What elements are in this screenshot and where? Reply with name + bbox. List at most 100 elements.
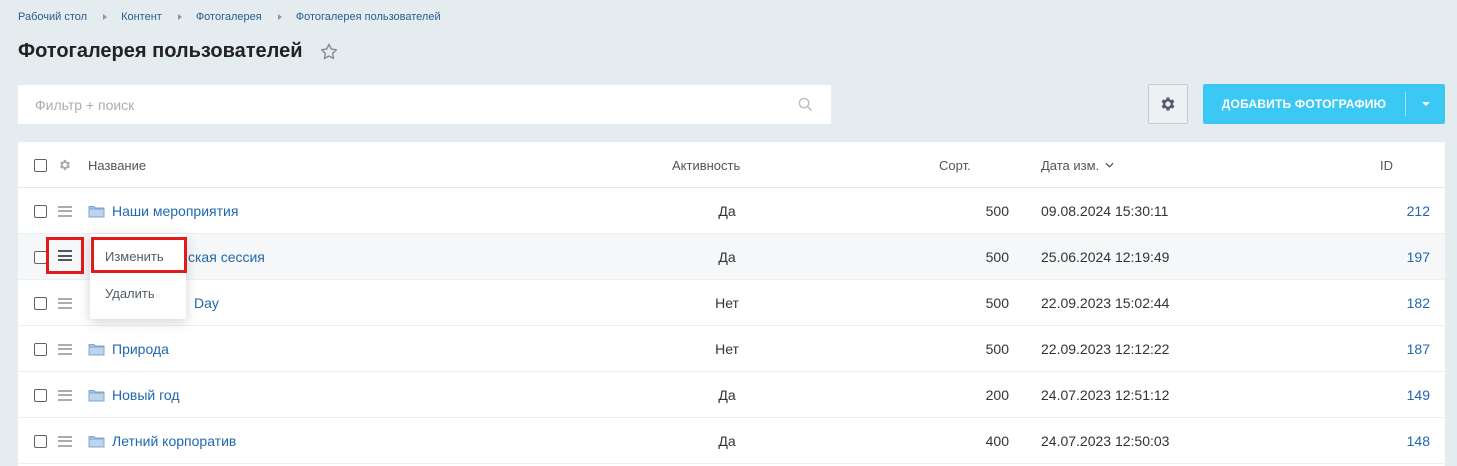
row-checkbox[interactable] [34,204,47,218]
folder-icon [88,390,105,402]
star-icon[interactable] [319,42,339,62]
row-date: 09.08.2024 15:30:11 [1041,203,1169,219]
context-menu-delete[interactable]: Удалить [90,276,186,310]
gear-icon[interactable] [58,158,72,172]
column-header-sort[interactable]: Сорт. [939,142,971,188]
row-id-cell: 149 [1378,372,1430,418]
breadcrumb: Рабочий стол Контент Фотогалерея Фотогал… [18,11,441,23]
chevron-down-icon [1421,102,1430,106]
row-sort: 500 [985,203,1009,219]
row-active: Да [718,387,736,403]
select-all-checkbox[interactable] [34,158,47,172]
row-date: 22.09.2023 12:12:22 [1041,341,1170,357]
row-checkbox[interactable] [34,342,47,356]
hamburger-icon [58,250,72,261]
row-id-link[interactable]: 182 [1407,295,1430,311]
table-row[interactable]: ская сессия Да 500 25.06.2024 12:19:49 197 [18,234,1445,280]
row-id-link[interactable]: 149 [1407,387,1430,403]
row-sort: 500 [985,295,1009,311]
row-actions-cell [58,418,72,464]
row-actions-menu-button-highlighted[interactable] [46,237,84,274]
breadcrumb-item-gallery[interactable]: Фотогалерея [196,11,262,23]
row-id-cell: 148 [1378,418,1430,464]
row-checkbox[interactable] [34,434,47,448]
row-name-link[interactable]: Летний корпоратив [112,433,236,449]
hamburger-icon[interactable] [58,205,72,217]
hamburger-icon[interactable] [58,297,72,309]
row-active: Нет [715,295,739,311]
row-name-link[interactable]: ская сессия [188,249,265,265]
folder-icon [88,436,105,448]
breadcrumb-item-content[interactable]: Контент [121,11,162,23]
row-id-cell: 187 [1378,326,1430,372]
row-active: Да [718,203,736,219]
row-actions-cell [58,326,72,372]
row-active: Да [718,249,736,265]
table-row[interactable]: Природа Нет 500 22.09.2023 12:12:22 187 [18,326,1445,372]
settings-button[interactable] [1148,84,1188,124]
row-name-cell: Летний корпоратив [88,418,236,464]
column-header-date-label: Дата изм. [1041,157,1100,173]
row-checkbox-cell [34,280,47,326]
row-id-cell: 212 [1378,188,1430,234]
row-sort: 200 [985,387,1009,403]
add-photo-dropdown-toggle[interactable] [1406,102,1445,106]
row-checkbox-cell [34,326,47,372]
hamburger-icon[interactable] [58,389,72,401]
column-header-id[interactable]: ID [1380,142,1393,188]
row-name-cell: ская сессия [188,234,265,280]
row-id-link[interactable]: 212 [1407,203,1430,219]
row-id-link[interactable]: 148 [1407,433,1430,449]
row-name-cell: Новый год [88,372,180,418]
row-name-link[interactable]: Природа [112,341,169,357]
sort-chevron-down-icon [1105,162,1114,168]
row-name-cell: Наши мероприятия [88,188,238,234]
folder-icon [88,344,105,356]
add-photo-label: Добавить фотографию [1221,97,1387,111]
row-checkbox-cell [34,418,47,464]
column-header-date[interactable]: Дата изм. [1041,142,1114,188]
breadcrumb-separator-icon [177,14,182,20]
row-checkbox-cell [34,188,47,234]
table-row[interactable]: Наши мероприятия Да 500 09.08.2024 15:30:11… [18,188,1445,234]
row-date: 24.07.2023 12:50:03 [1041,433,1170,449]
table-header: Название Активность Сорт. Дата изм. ID [18,142,1445,188]
page-title: Фотогалерея пользователей [18,40,303,62]
row-sort: 500 [985,249,1009,265]
row-active: Да [718,433,736,449]
row-actions-cell [58,188,72,234]
breadcrumb-item-user-gallery[interactable]: Фотогалерея пользователей [296,11,441,23]
row-date: 22.09.2023 15:02:44 [1041,295,1170,311]
column-header-active[interactable]: Активность [672,142,740,188]
row-id-link[interactable]: 197 [1407,249,1430,265]
table-row[interactable]: Новый год Да 200 24.07.2023 12:51:12 149 [18,372,1445,418]
breadcrumb-separator-icon [277,14,282,20]
row-checkbox[interactable] [34,296,47,310]
table-row[interactable]: Day Нет 500 22.09.2023 15:02:44 182 [18,280,1445,326]
edit-item-highlight [91,237,187,273]
row-checkbox[interactable] [34,388,47,402]
add-photo-button[interactable]: Добавить фотографию [1203,84,1445,124]
row-name-link[interactable]: Day [194,295,219,311]
search-icon[interactable] [798,97,813,112]
row-sort: 400 [985,433,1009,449]
row-name-link[interactable]: Наши мероприятия [112,203,238,219]
row-name-link[interactable]: Новый год [112,387,180,403]
gallery-table: Название Активность Сорт. Дата изм. ID Н… [18,142,1445,466]
breadcrumb-item-desktop[interactable]: Рабочий стол [18,11,87,23]
row-id-cell: 182 [1378,280,1430,326]
breadcrumb-separator-icon [103,14,108,20]
row-sort: 500 [985,341,1009,357]
row-id-link[interactable]: 187 [1407,341,1430,357]
row-checkbox-cell [34,372,47,418]
row-actions-cell [58,372,72,418]
column-header-name[interactable]: Название [88,142,146,188]
table-row[interactable]: Летний корпоратив Да 400 24.07.2023 12:50:0… [18,418,1445,464]
row-date: 24.07.2023 12:51:12 [1041,387,1170,403]
hamburger-icon[interactable] [58,435,72,447]
filter-search-input[interactable] [35,96,775,113]
filter-search-box[interactable] [18,85,831,124]
hamburger-icon[interactable] [58,343,72,355]
row-date: 25.06.2024 12:19:49 [1041,249,1170,265]
gear-icon [1161,97,1175,111]
